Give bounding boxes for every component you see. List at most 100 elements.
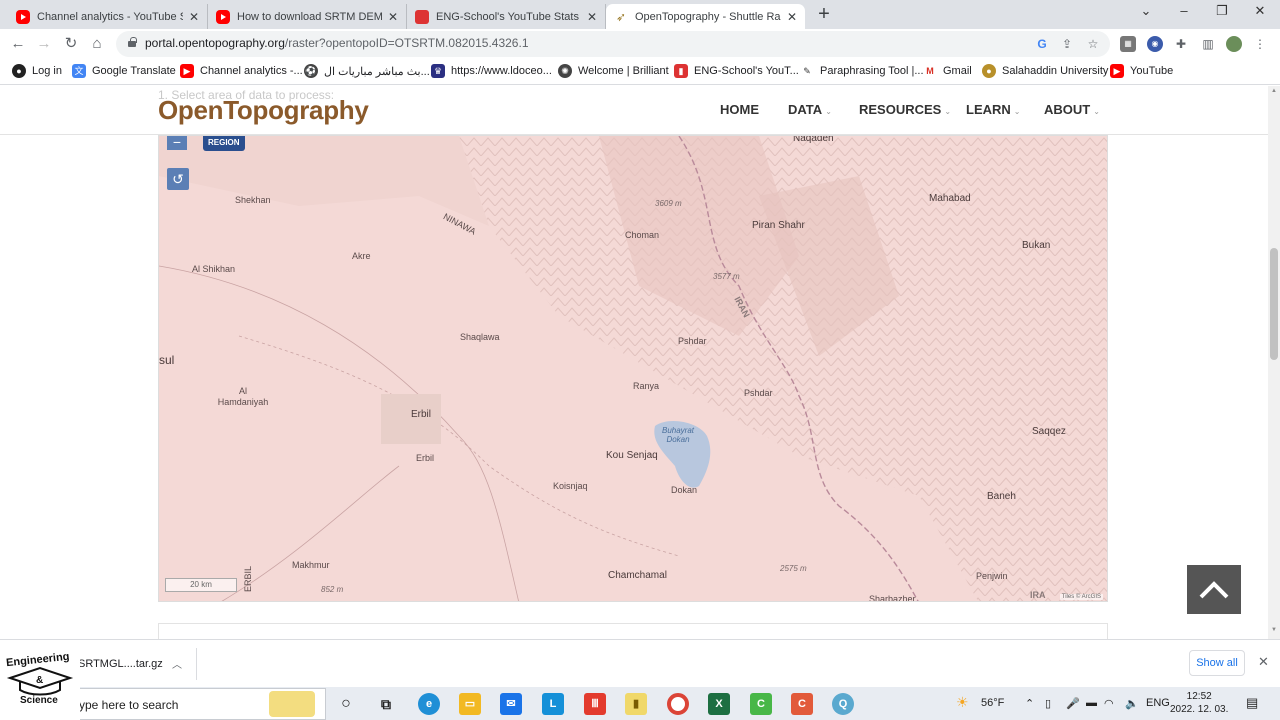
- extension-icon[interactable]: ▦: [1120, 36, 1136, 52]
- bookmark-youtube[interactable]: ▶ YouTube: [1110, 64, 1173, 78]
- window-close-button[interactable]: ✕: [1245, 3, 1275, 19]
- back-to-top-button[interactable]: [1187, 565, 1241, 614]
- map-label: IRA: [1030, 590, 1046, 600]
- close-icon[interactable]: ✕: [189, 10, 199, 24]
- close-icon[interactable]: ✕: [388, 10, 398, 24]
- bookmark-gmail[interactable]: M Gmail: [923, 64, 972, 78]
- address-bar[interactable]: portal.opentopography.org/raster?opentop…: [116, 31, 1110, 57]
- youtube-icon: ▶: [1110, 64, 1124, 78]
- nav-resources[interactable]: RESOURCES ⌄: [859, 102, 951, 117]
- side-panel-icon[interactable]: ▥: [1200, 36, 1216, 52]
- camtasia-recorder-icon[interactable]: C: [791, 693, 813, 715]
- tab-opentopography[interactable]: ➶ OpenTopography - Shuttle Radar ✕: [606, 4, 805, 29]
- extensions-puzzle-icon[interactable]: ✚: [1173, 36, 1189, 52]
- bookmark-brilliant[interactable]: ✺ Welcome | Brilliant: [558, 64, 669, 78]
- microphone-icon[interactable]: 🎤: [1066, 697, 1080, 710]
- site-header: 1. Select area of data to process: OpenT…: [0, 86, 1268, 135]
- user-icon: ●: [12, 64, 26, 78]
- chevron-up-icon[interactable]: ⌃: [1025, 697, 1034, 710]
- qgis-icon[interactable]: Q: [832, 693, 854, 715]
- scale-bar: 20 km: [165, 578, 237, 592]
- language-indicator[interactable]: ENG: [1146, 697, 1170, 709]
- sticky-notes-icon[interactable]: ▮: [625, 693, 647, 715]
- volume-icon[interactable]: 🔈: [1125, 697, 1139, 710]
- lake-label: Buhayrat Dokan: [661, 426, 695, 444]
- task-view-icon[interactable]: ⧉: [375, 693, 397, 715]
- nav-learn[interactable]: LEARN ⌄: [966, 102, 1020, 117]
- bookmark-ldoce[interactable]: ♛ https://www.ldoceo...: [431, 64, 552, 78]
- camtasia-icon[interactable]: C: [750, 693, 772, 715]
- tab-how-to-download[interactable]: How to download SRTM DEM from ✕: [208, 4, 407, 29]
- opentopography-icon: ➶: [615, 9, 627, 24]
- download-filename[interactable]: SRTMGL....tar.gz: [78, 658, 163, 670]
- close-icon[interactable]: ✕: [587, 10, 597, 24]
- weather-temp[interactable]: 56°F: [981, 697, 1004, 709]
- l-app-icon[interactable]: L: [542, 693, 564, 715]
- chevron-up-icon[interactable]: ︿: [172, 656, 182, 671]
- new-tab-button[interactable]: +: [814, 4, 834, 24]
- bookmark-google-translate[interactable]: 文 Google Translate: [72, 64, 176, 78]
- topography-map[interactable]: − REGION ↺ Naqadeh Shekhan 3609 m Mahaba…: [158, 135, 1108, 602]
- nav-home[interactable]: HOME: [720, 102, 759, 117]
- notification-icon[interactable]: ▤: [1246, 695, 1258, 711]
- reload-button[interactable]: ↻: [61, 34, 81, 54]
- minimize-button[interactable]: –: [1169, 3, 1199, 18]
- home-button[interactable]: ⌂: [87, 34, 107, 54]
- map-attribution[interactable]: Tiles © ArcGIS: [1059, 594, 1103, 600]
- bookmark-paraphrasing[interactable]: ✎ Paraphrasing Tool |...: [800, 64, 923, 78]
- bookmark-salahaddin[interactable]: ● Salahaddin University: [982, 64, 1108, 78]
- taskbar-search[interactable]: ype here to search: [72, 688, 326, 720]
- map-label: 852 m: [321, 585, 344, 594]
- scroll-down-arrow[interactable]: ▼: [1270, 627, 1278, 633]
- region-button[interactable]: REGION: [203, 136, 245, 151]
- map-terrain: [159, 136, 1107, 601]
- scrollbar-thumb[interactable]: [1270, 248, 1278, 360]
- close-icon[interactable]: ✕: [787, 10, 797, 24]
- menu-kebab-icon[interactable]: ⋮: [1252, 36, 1268, 52]
- bookmark-channel-analytics[interactable]: ▶ Channel analytics -...: [180, 64, 303, 78]
- reset-view-icon[interactable]: ↺: [167, 168, 189, 190]
- forward-button[interactable]: →: [34, 34, 54, 54]
- bookmark-arabic[interactable]: ⚽ بث مباشر مباريات ال...: [304, 64, 430, 78]
- url-text[interactable]: portal.opentopography.org/raster?opentop…: [145, 36, 529, 50]
- extension-icon[interactable]: ◉: [1147, 36, 1163, 52]
- back-button[interactable]: ←: [8, 34, 28, 54]
- excel-icon[interactable]: X: [708, 693, 730, 715]
- edge-icon[interactable]: e: [418, 693, 440, 715]
- file-explorer-icon[interactable]: ▭: [459, 693, 481, 715]
- share-icon[interactable]: ⇪: [1059, 36, 1075, 52]
- map-label: Ranya: [633, 381, 660, 391]
- tab-title: How to download SRTM DEM from: [237, 10, 382, 23]
- maximize-button[interactable]: ❐: [1207, 3, 1237, 19]
- taskbar-clock[interactable]: 12:52 2022. 12. 03.: [1170, 690, 1228, 716]
- show-all-button[interactable]: Show all: [1189, 650, 1245, 676]
- wifi-icon[interactable]: ◠: [1104, 697, 1114, 710]
- bookmark-login[interactable]: ● Log in: [12, 64, 62, 78]
- bookmark-star-icon[interactable]: ☆: [1085, 36, 1101, 52]
- page-scrollbar[interactable]: ▲ ▼: [1268, 86, 1280, 639]
- tab-channel-analytics[interactable]: Channel analytics - YouTube Studio ✕: [8, 4, 208, 29]
- google-icon[interactable]: G: [1034, 36, 1050, 52]
- windows-taskbar: ype here to search ○ ⧉ e ▭ ✉ L Ⅲ ▮ X C C…: [0, 687, 1280, 720]
- tab-search-icon[interactable]: ⌄: [1131, 3, 1161, 19]
- cortana-icon[interactable]: ○: [335, 693, 357, 715]
- site-logo[interactable]: OpenTopography: [158, 95, 369, 126]
- device-icon[interactable]: ▯: [1045, 697, 1051, 710]
- chrome-icon[interactable]: [667, 693, 689, 715]
- map-label: Naqadeh: [793, 135, 834, 144]
- nav-data[interactable]: DATA ⌄: [788, 102, 832, 117]
- weather-icon[interactable]: ☀: [956, 694, 969, 711]
- bookmark-eng-school[interactable]: ▮ ENG-School's YouT...: [674, 64, 799, 78]
- profile-avatar[interactable]: [1226, 36, 1242, 52]
- tab-eng-school-stats[interactable]: ENG-School's YouTube Stats (Sum ✕: [407, 4, 606, 29]
- translate-icon: 文: [72, 64, 86, 78]
- battery-icon[interactable]: ▬: [1086, 697, 1097, 709]
- soccer-icon: ⚽: [304, 64, 318, 78]
- scroll-up-arrow[interactable]: ▲: [1270, 88, 1278, 94]
- zoom-out-button[interactable]: −: [167, 136, 187, 150]
- mail-icon[interactable]: ✉: [500, 693, 522, 715]
- map-label: 3577 m: [713, 272, 740, 281]
- close-icon[interactable]: ✕: [1258, 654, 1269, 670]
- office-app-icon[interactable]: Ⅲ: [584, 693, 606, 715]
- nav-about[interactable]: ABOUT ⌄: [1044, 102, 1100, 117]
